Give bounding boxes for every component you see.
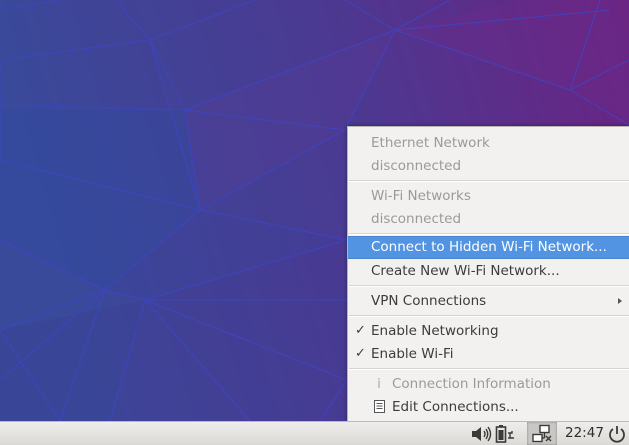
- enable-wifi-label: Enable Wi-Fi: [371, 346, 454, 362]
- power-icon[interactable]: [607, 424, 627, 444]
- volume-icon[interactable]: [470, 424, 492, 444]
- wifi-status-label: disconnected: [371, 211, 462, 227]
- edit-connections-item[interactable]: Edit Connections...: [348, 396, 629, 418]
- vpn-connections-label: VPN Connections: [371, 293, 487, 309]
- create-new-wifi-label: Create New Wi-Fi Network...: [371, 263, 560, 279]
- info-icon: i: [377, 376, 381, 392]
- wifi-networks-header: Wi-Fi Networks: [348, 185, 629, 207]
- ethernet-network-header: Ethernet Network: [348, 132, 629, 154]
- create-new-wifi-item[interactable]: Create New Wi-Fi Network...: [348, 260, 629, 282]
- wifi-networks-label: Wi-Fi Networks: [371, 188, 471, 204]
- edit-connections-label: Edit Connections...: [392, 399, 519, 415]
- network-menu: Ethernet Network disconnected Wi-Fi Netw…: [347, 126, 629, 421]
- enable-networking-label: Enable Networking: [371, 323, 499, 339]
- clock[interactable]: 22:47: [565, 422, 604, 445]
- menu-separator: [349, 368, 629, 370]
- menu-separator: [349, 315, 629, 317]
- desktop: Ethernet Network disconnected Wi-Fi Netw…: [0, 0, 629, 445]
- network-icon: [532, 424, 552, 443]
- checkmark-icon: ✓: [355, 346, 366, 361]
- checkmark-icon: ✓: [355, 323, 366, 338]
- submenu-arrow-icon: [618, 298, 622, 304]
- ethernet-status-label: disconnected: [371, 158, 462, 174]
- connection-information-item: i Connection Information: [348, 373, 629, 395]
- bottom-panel: 22:47: [0, 421, 629, 445]
- network-tray-button[interactable]: [527, 422, 557, 445]
- enable-wifi-item[interactable]: ✓ Enable Wi-Fi: [348, 343, 629, 365]
- menu-separator: [349, 233, 629, 235]
- menu-separator: [349, 180, 629, 182]
- menu-separator: [349, 285, 629, 287]
- wifi-status: disconnected: [348, 208, 629, 230]
- enable-networking-item[interactable]: ✓ Enable Networking: [348, 320, 629, 342]
- connect-hidden-wifi-item[interactable]: Connect to Hidden Wi-Fi Network...: [348, 236, 629, 259]
- battery-icon[interactable]: [494, 424, 518, 444]
- document-icon: [372, 396, 386, 418]
- connection-information-label: Connection Information: [392, 376, 551, 392]
- vpn-connections-item[interactable]: VPN Connections: [348, 290, 629, 312]
- ethernet-network-label: Ethernet Network: [371, 135, 490, 151]
- ethernet-status: disconnected: [348, 155, 629, 177]
- connect-hidden-wifi-label: Connect to Hidden Wi-Fi Network...: [371, 239, 607, 255]
